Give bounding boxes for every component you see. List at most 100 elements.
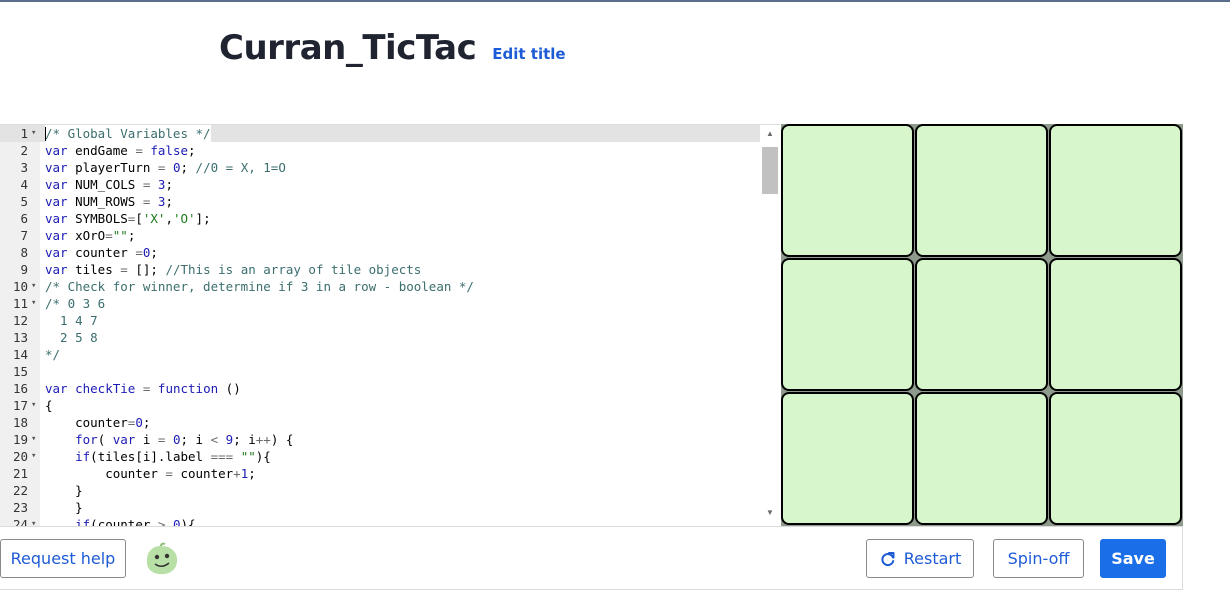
fold-toggle-icon[interactable]: ▾ [31, 278, 40, 295]
code-line[interactable]: 22 } [0, 482, 760, 499]
fold-toggle-icon[interactable]: ▾ [31, 125, 40, 142]
mascot-avatar [146, 542, 178, 575]
footer-toolbar: Request help Restart Spin-off Save [0, 526, 1183, 590]
tile[interactable] [781, 258, 914, 391]
line-number: 21 [12, 466, 28, 481]
line-number: 9 [20, 262, 28, 277]
fold-toggle-icon[interactable]: ▾ [31, 431, 40, 448]
restart-icon [881, 551, 895, 566]
line-number: 4 [20, 177, 28, 192]
code-text: var NUM_COLS = 3; [45, 177, 173, 192]
save-button[interactable]: Save [1100, 539, 1166, 578]
code-line[interactable]: 3 var playerTurn = 0; //0 = X, 1=O [0, 159, 760, 176]
code-text: /* Check for winner, determine if 3 in a… [45, 279, 474, 294]
code-line[interactable]: 11 ▾ /* 0 3 6 [0, 295, 760, 312]
code-line[interactable]: 17 ▾ { [0, 397, 760, 414]
tile[interactable] [915, 392, 1048, 525]
code-line[interactable]: 2 var endGame = false; [0, 142, 760, 159]
code-text: var endGame = false; [45, 143, 196, 158]
code-line[interactable]: 24 ▾ if(counter > 0){ [0, 516, 760, 526]
code-line[interactable]: 6 var SYMBOLS=['X','O']; [0, 210, 760, 227]
code-text: if(tiles[i].label === ""){ [75, 449, 271, 464]
code-line[interactable]: 9 var tiles = []; //This is an array of t… [0, 261, 760, 278]
code-text: if(counter > 0){ [75, 517, 196, 526]
line-number: 24 [12, 517, 28, 526]
code-line[interactable]: 5 var NUM_ROWS = 3; [0, 193, 760, 210]
code-text: /* 0 3 6 [45, 296, 106, 311]
edit-title-link[interactable]: Edit title [492, 45, 565, 63]
code-line[interactable]: 20 ▾ if(tiles[i].label === ""){ [0, 448, 760, 465]
fold-toggle-icon[interactable]: ▾ [31, 295, 40, 312]
code-text: var NUM_ROWS = 3; [45, 194, 173, 209]
code-text: */ [45, 347, 61, 362]
code-line[interactable]: 23 } [0, 499, 760, 516]
page-title: Curran_TicTac [219, 28, 477, 68]
tile[interactable] [1049, 124, 1182, 257]
line-number: 13 [12, 330, 28, 345]
line-number: 10 [12, 279, 28, 294]
tile[interactable] [781, 124, 914, 257]
code-line[interactable]: 8 var counter =0; [0, 244, 760, 261]
fold-toggle-icon[interactable]: ▾ [31, 448, 40, 465]
line-number: 6 [20, 211, 28, 226]
code-line[interactable]: 19 ▾ for( var i = 0; i < 9; i++) { [0, 431, 760, 448]
line-number: 18 [12, 415, 28, 430]
code-text: var xOrO=""; [45, 228, 136, 243]
tile[interactable] [1049, 258, 1182, 391]
code-line[interactable]: 15 [0, 363, 760, 380]
fold-toggle-icon[interactable]: ▾ [31, 516, 40, 526]
text-cursor [45, 127, 46, 141]
line-number: 7 [20, 228, 28, 243]
line-number: 1 [20, 126, 28, 141]
line-number: 22 [12, 483, 28, 498]
restart-label: Restart [903, 549, 962, 568]
code-line[interactable]: 10 ▾ /* Check for winner, determine if 3 i… [0, 278, 760, 295]
line-number: 23 [12, 500, 28, 515]
request-help-button[interactable]: Request help [0, 539, 126, 578]
code-line[interactable]: 14 */ [0, 346, 760, 363]
code-text: 2 5 8 [45, 330, 98, 345]
code-line[interactable]: 1 ▾ /* Global Variables */ [0, 125, 760, 142]
editor-scrollbar[interactable]: ▲ ▼ [760, 125, 780, 526]
line-number: 15 [12, 364, 28, 379]
tictactoe-board [781, 124, 1183, 526]
fold-toggle-icon[interactable]: ▾ [31, 397, 40, 414]
code-lines[interactable]: 1 ▾/* Global Variables */2 var endGame = f… [0, 125, 760, 526]
restart-button[interactable]: Restart [866, 539, 974, 578]
line-number: 3 [20, 160, 28, 175]
tile[interactable] [781, 392, 914, 525]
code-text: var counter =0; [45, 245, 158, 260]
line-number: 12 [12, 313, 28, 328]
code-line[interactable]: 18 counter=0; [0, 414, 760, 431]
scroll-thumb[interactable] [762, 147, 778, 194]
top-border [0, 0, 1230, 2]
code-text: /* Global Variables */ [45, 125, 211, 142]
code-editor[interactable]: 1 ▾/* Global Variables */2 var endGame = f… [0, 124, 780, 526]
line-number: 17 [12, 398, 28, 413]
line-number: 20 [12, 449, 28, 464]
spinoff-button[interactable]: Spin-off [993, 539, 1084, 578]
code-text: counter=0; [45, 415, 151, 430]
tile[interactable] [915, 258, 1048, 391]
tile[interactable] [915, 124, 1048, 257]
code-text: var tiles = []; //This is an array of ti… [45, 262, 422, 277]
scroll-up-arrow-icon[interactable]: ▲ [764, 129, 776, 139]
code-line[interactable]: 4 var NUM_COLS = 3; [0, 176, 760, 193]
tile[interactable] [1049, 392, 1182, 525]
code-text: counter = counter+1; [45, 466, 256, 481]
code-text: var SYMBOLS=['X','O']; [45, 211, 211, 226]
code-text: } [45, 483, 83, 498]
line-number: 5 [20, 194, 28, 209]
code-line[interactable]: 7 var xOrO=""; [0, 227, 760, 244]
code-line[interactable]: 16 var checkTie = function () [0, 380, 760, 397]
code-text: for( var i = 0; i < 9; i++) { [75, 432, 294, 447]
line-number: 16 [12, 381, 28, 396]
code-text: var playerTurn = 0; //0 = X, 1=O [45, 160, 286, 175]
scroll-down-arrow-icon[interactable]: ▼ [764, 508, 776, 518]
code-text: var checkTie = function () [45, 381, 241, 396]
code-line[interactable]: 12 1 4 7 [0, 312, 760, 329]
code-line[interactable]: 13 2 5 8 [0, 329, 760, 346]
line-number: 11 [12, 296, 28, 311]
code-line[interactable]: 21 counter = counter+1; [0, 465, 760, 482]
line-number: 14 [12, 347, 28, 362]
